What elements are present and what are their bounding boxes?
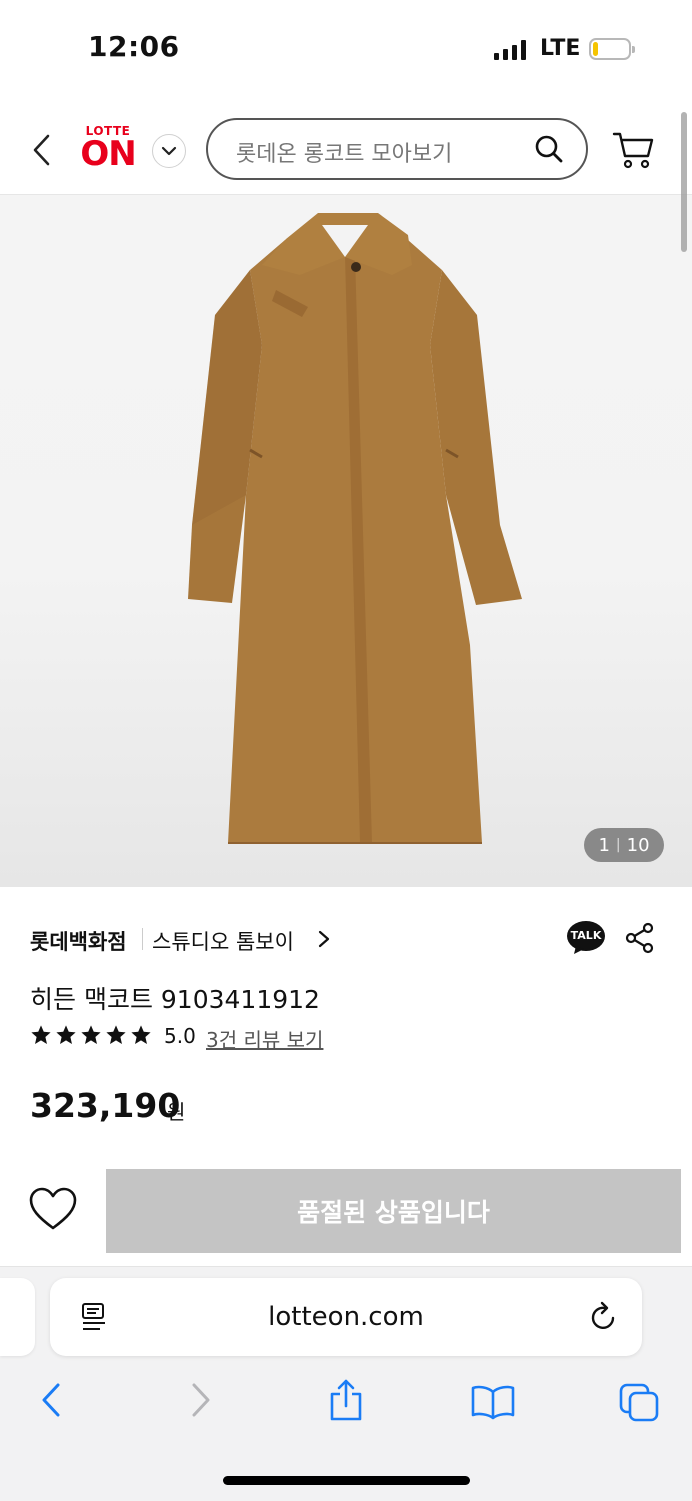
search-placeholder: 롯데온 롱코트 모아보기 — [236, 142, 453, 167]
chevron-left-icon — [33, 134, 50, 166]
logo-main-text: ON — [80, 134, 136, 174]
chevron-down-icon — [161, 146, 177, 156]
star-icon — [56, 1025, 76, 1044]
search-bar[interactable]: 롯데온 롱코트 모아보기 — [206, 118, 588, 180]
tabs-button[interactable] — [618, 1382, 660, 1426]
cart-button[interactable] — [612, 130, 656, 174]
review-link[interactable]: 3건 리뷰 보기 — [206, 1024, 323, 1053]
star-icon — [81, 1025, 101, 1044]
store-name[interactable]: 롯데백화점 — [30, 926, 127, 956]
reload-icon[interactable] — [588, 1300, 620, 1338]
signal-icon — [494, 40, 526, 60]
image-counter-total: 10 — [626, 834, 650, 856]
soldout-button[interactable]: 품절된 상품입니다 — [106, 1169, 681, 1253]
image-counter: 1 | 10 — [584, 828, 664, 862]
bookmarks-button[interactable] — [470, 1384, 516, 1424]
page-scrollbar[interactable] — [681, 112, 687, 252]
chevron-right-icon — [192, 1383, 210, 1417]
back-button[interactable] — [28, 132, 56, 168]
previous-tab-preview[interactable] — [0, 1278, 35, 1356]
chevron-left-icon — [42, 1383, 60, 1417]
image-counter-current: 1 — [598, 834, 610, 856]
currency-label: 원 — [167, 1100, 186, 1124]
product-title: 히든 맥코트 9103411912 — [30, 985, 320, 1014]
search-icon[interactable] — [534, 134, 564, 168]
browser-back-button[interactable] — [38, 1382, 64, 1422]
cart-icon — [612, 132, 654, 169]
share-button[interactable] — [624, 922, 656, 958]
status-time: 12:06 — [88, 30, 180, 63]
star-icon — [131, 1025, 151, 1044]
book-icon — [471, 1385, 515, 1420]
brand-link[interactable]: 스튜디오 톰보이 — [152, 926, 294, 956]
chevron-right-icon[interactable] — [318, 930, 330, 952]
home-indicator[interactable] — [223, 1476, 470, 1485]
lotteon-logo[interactable]: LOTTE ON — [80, 124, 136, 174]
star-icon — [31, 1025, 51, 1044]
tabs-icon — [619, 1383, 659, 1422]
url-text: lotteon.com — [268, 1302, 424, 1332]
star-icon — [106, 1025, 126, 1044]
rating-stars — [30, 1024, 152, 1046]
browser-share-button[interactable] — [328, 1378, 364, 1426]
talk-button[interactable]: TALK — [566, 920, 605, 954]
talk-label: TALK — [570, 929, 602, 942]
image-counter-separator: | — [615, 837, 621, 853]
heart-icon — [29, 1187, 77, 1230]
store-divider — [142, 928, 143, 950]
battery-icon — [589, 38, 635, 60]
share-icon — [625, 922, 654, 954]
coat-image — [188, 213, 522, 844]
service-menu-button[interactable] — [152, 134, 186, 168]
product-price: 323,190 — [30, 1086, 181, 1125]
network-label: LTE — [540, 36, 581, 61]
rating-score: 5.0 — [164, 1024, 196, 1048]
share-icon — [330, 1379, 362, 1421]
browser-forward-button[interactable] — [188, 1382, 214, 1422]
wishlist-button[interactable] — [28, 1186, 78, 1236]
product-image[interactable] — [0, 195, 692, 887]
